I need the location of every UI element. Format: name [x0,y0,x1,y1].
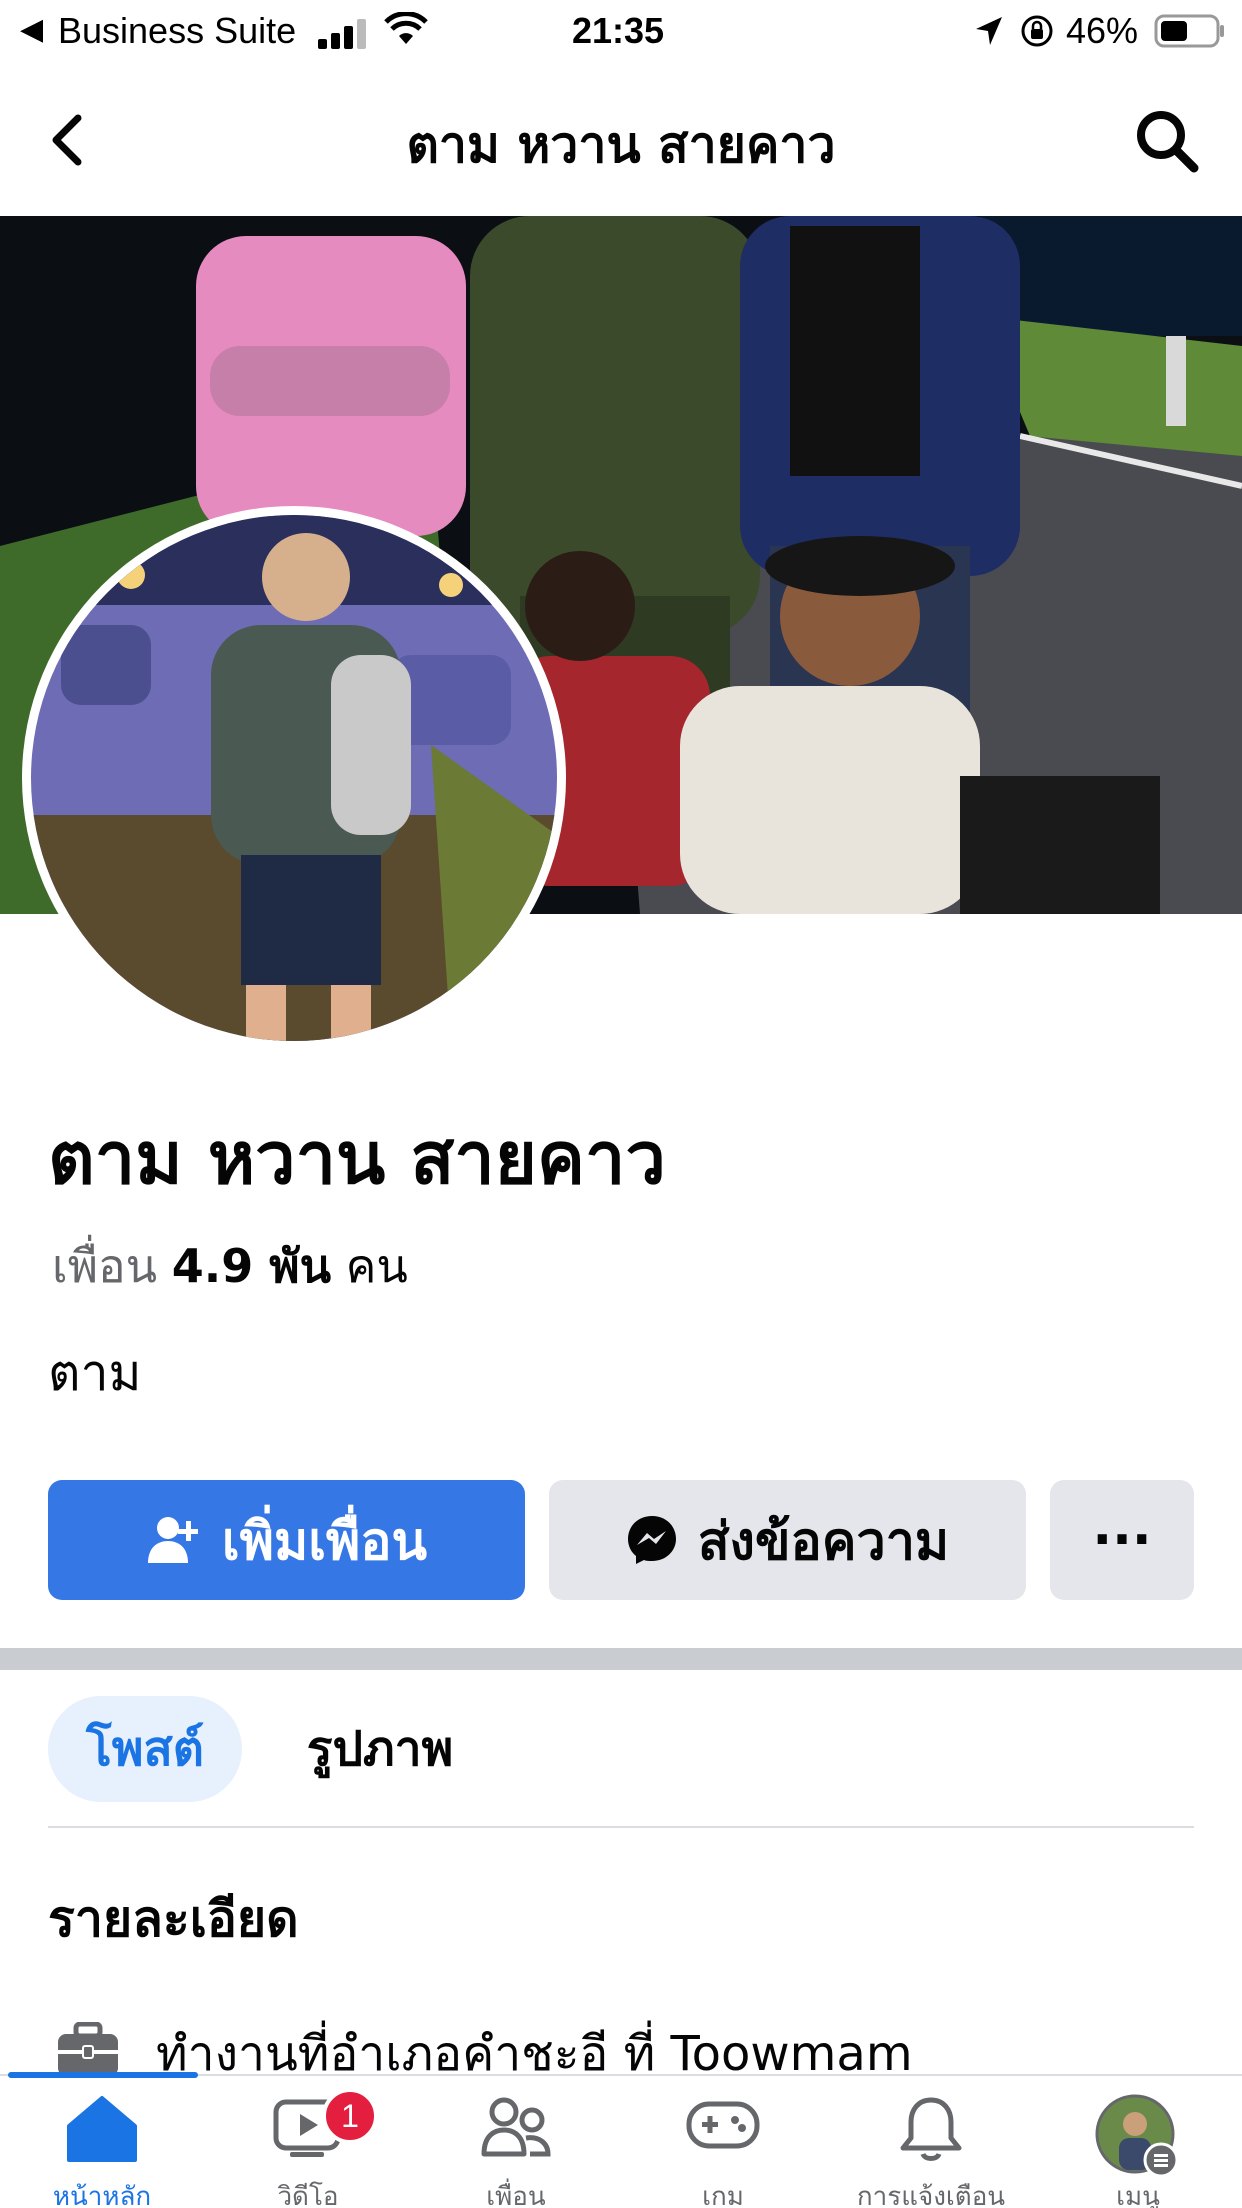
message-label: ส่งข้อความ [697,1511,950,1572]
tab-home[interactable]: หน้าหลัก [2,2084,202,2208]
tab-notifications-label: การแจ้งเตือน [856,2182,1006,2208]
rotation-lock-icon [1020,14,1054,57]
search-icon[interactable] [1132,106,1202,176]
section-divider [0,1648,1242,1670]
tab-posts[interactable]: โพสต์ [48,1696,242,1802]
home-icon [65,2094,139,2168]
profile-page: ◀ Business Suite 21:35 46% ตาม หวาน สายค… [0,0,1242,2208]
gaming-icon [685,2094,761,2158]
location-arrow-icon [974,14,1004,56]
friends-count: 4.9 พัน [171,1239,332,1293]
status-time: 21:35 [572,10,665,51]
tab-gaming[interactable]: เกม [623,2084,823,2208]
page-title: ตาม หวาน สายคาว [406,116,836,174]
tabs-divider [48,1826,1194,1828]
profile-name: ตาม หวาน สายคาว [48,1116,666,1200]
back-to-app-icon[interactable]: ◀ [20,12,43,47]
battery-icon [1154,14,1226,57]
friends-count-line[interactable]: เพื่อน 4.9 พัน คน [52,1230,408,1303]
navigation-bar: ตาม หวาน สายคาว [0,66,1242,216]
tab-gaming-label: เกม [702,2182,744,2208]
back-chevron-icon[interactable] [44,110,96,170]
signal-icon [318,16,370,58]
more-dots-icon: ··· [1092,1510,1152,1570]
status-carrier: Business Suite [58,10,297,51]
tab-friends[interactable]: เพื่อน [416,2084,616,2208]
friends-icon [480,2094,552,2164]
friends-prefix: เพื่อน [52,1239,158,1293]
details-heading: รายละเอียด [48,1890,299,1948]
battery-percent: 46% [1066,10,1139,51]
tab-friends-label: เพื่อน [486,2182,546,2208]
tab-video[interactable]: 1 วิดีโอ [208,2084,408,2208]
tab-notifications[interactable]: การแจ้งเตือน [831,2084,1031,2208]
tab-photos[interactable]: รูปภาพ [270,1696,490,1802]
add-friend-button[interactable]: เพิ่มเพื่อน [48,1480,525,1600]
active-tab-indicator [8,2072,198,2078]
friends-suffix: คน [345,1239,408,1293]
add-friend-label: เพิ่มเพื่อน [221,1511,428,1572]
tab-menu[interactable]: เมนู [1038,2084,1238,2208]
status-bar: ◀ Business Suite 21:35 46% [0,0,1242,66]
profile-bio: ตาม [48,1344,142,1402]
message-button[interactable]: ส่งข้อความ [549,1480,1026,1600]
tab-video-label: วิดีโอ [277,2182,339,2208]
profile-avatar[interactable] [22,506,566,1050]
add-person-icon [147,1517,198,1563]
more-options-button[interactable]: ··· [1050,1480,1194,1600]
video-badge: 1 [322,2088,378,2144]
wifi-icon [384,11,428,55]
bottom-tab-bar: หน้าหลัก 1 วิดีโอ เพื่อน เกม การแจ้งเตือ… [0,2072,1242,2208]
messenger-icon [627,1516,676,1564]
menu-avatar-icon [1095,2094,1181,2184]
tab-menu-label: เมนู [1116,2182,1160,2208]
bell-icon [898,2094,964,2168]
tab-home-label: หน้าหลัก [52,2182,152,2208]
